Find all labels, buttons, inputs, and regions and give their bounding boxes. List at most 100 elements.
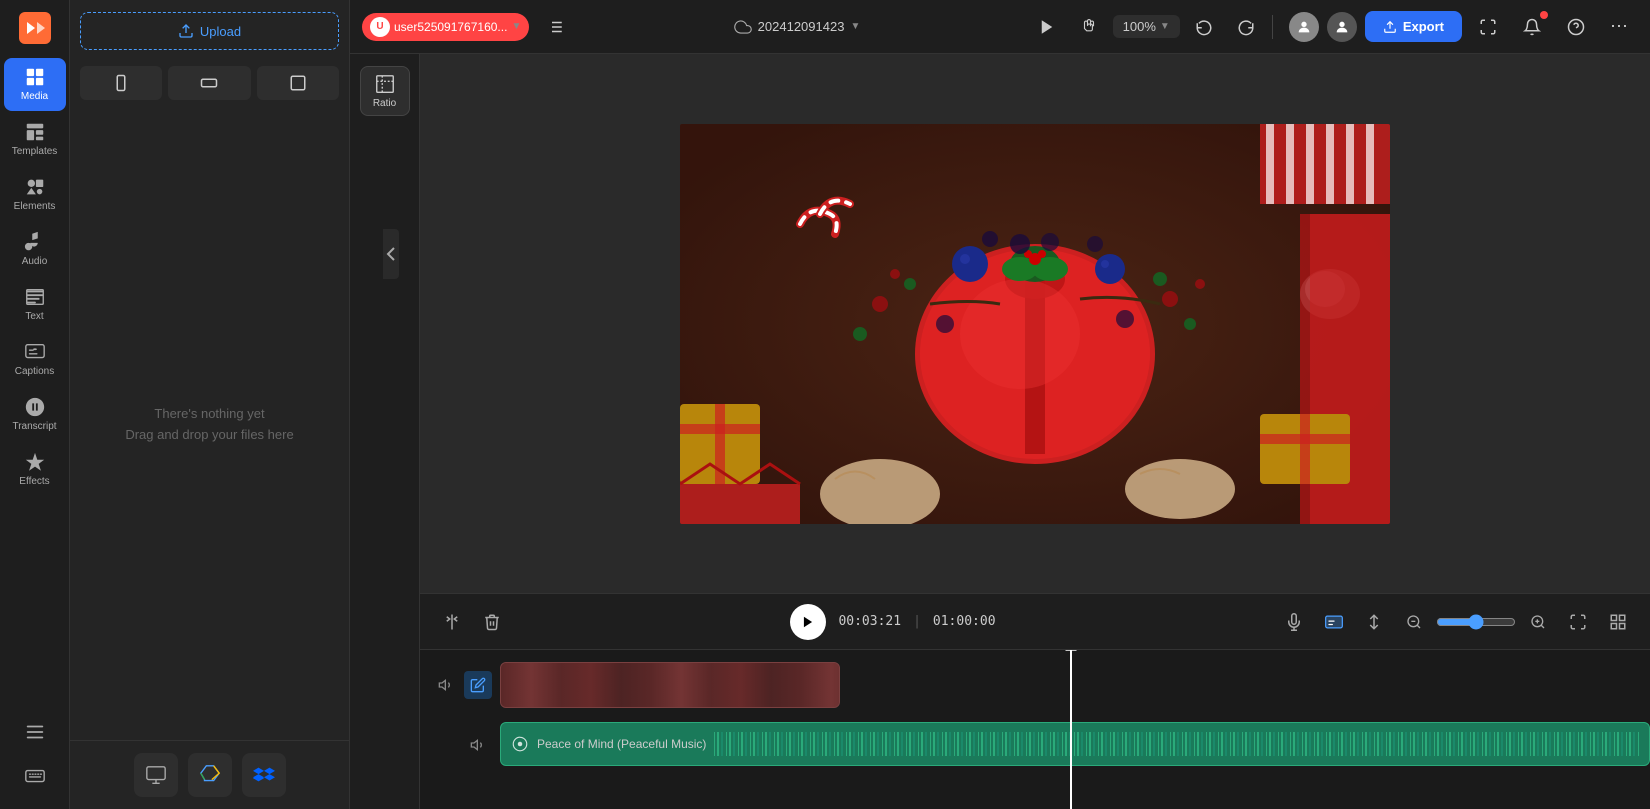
canvas-area	[420, 54, 1650, 593]
landscape-ratio-btn[interactable]	[168, 66, 250, 100]
timeline-settings-button[interactable]	[1602, 606, 1634, 638]
video-volume-btn[interactable]	[432, 671, 460, 699]
upload-button[interactable]: Upload	[80, 12, 339, 50]
time-separator: |	[913, 614, 921, 629]
top-bar-right: Export ⋯	[1289, 9, 1638, 45]
timeline-area: Peace of Mind (Peaceful Music)	[420, 649, 1650, 809]
audio-track-row: Peace of Mind (Peaceful Music)	[420, 718, 1650, 772]
video-preview	[680, 124, 1390, 524]
media-empty-line1: There's nothing yet	[154, 406, 264, 421]
toolbar-tools: 100% ▼	[1029, 9, 1264, 45]
user-name: user525091767160...	[394, 20, 507, 34]
zoom-indicator[interactable]: 100% ▼	[1113, 15, 1180, 38]
user-avatar	[1289, 12, 1319, 42]
video-track-content	[500, 658, 1650, 712]
sidebar-item-label-media: Media	[21, 91, 48, 103]
audio-volume-btn[interactable]	[464, 731, 492, 759]
export-label: Export	[1403, 19, 1444, 34]
zoom-in-button[interactable]	[1522, 606, 1554, 638]
sidebar-item-label-transcript: Transcript	[12, 421, 56, 433]
sidebar-item-keyboard[interactable]	[4, 757, 66, 795]
sidebar-item-transcript[interactable]: Transcript	[4, 388, 66, 441]
delete-clip-button[interactable]	[476, 606, 508, 638]
portrait-ratio-btn[interactable]	[80, 66, 162, 100]
user-dropdown[interactable]: U user525091767160... ▼	[362, 13, 529, 41]
ratio-sidebar: Ratio	[350, 54, 420, 809]
help-button[interactable]	[1558, 9, 1594, 45]
zoom-value: 100%	[1123, 19, 1156, 34]
preview-area: Ratio	[350, 54, 1650, 809]
split-button[interactable]	[1358, 606, 1390, 638]
app-logo[interactable]	[15, 8, 55, 48]
timeline-track-container: Peace of Mind (Peaceful Music)	[420, 650, 1650, 809]
notifications-button[interactable]	[1514, 9, 1550, 45]
square-ratio-btn[interactable]	[257, 66, 339, 100]
audio-clip-label: Peace of Mind (Peaceful Music)	[537, 737, 706, 751]
sidebar-item-text[interactable]: Text	[4, 278, 66, 331]
collaborator-avatar[interactable]	[1327, 12, 1357, 42]
sidebar-item-more[interactable]	[4, 713, 66, 751]
captions-timeline-button[interactable]	[1318, 606, 1350, 638]
project-name-area[interactable]: 202412091423 ▼	[734, 18, 861, 36]
video-edit-btn[interactable]	[464, 671, 492, 699]
dropbox-btn[interactable]	[242, 753, 286, 797]
total-time: 01:00:00	[933, 614, 996, 629]
main-area: U user525091767160... ▼ 202412091423 ▼	[350, 0, 1650, 809]
project-name: 202412091423	[758, 19, 845, 34]
ratio-label: Ratio	[373, 98, 396, 109]
sidebar-item-effects[interactable]: Effects	[4, 443, 66, 496]
upload-from-computer-btn[interactable]	[134, 753, 178, 797]
microphone-button[interactable]	[1278, 606, 1310, 638]
more-options-button[interactable]: ⋯	[1602, 9, 1638, 45]
media-panel: Upload There's nothing yet Drag and drop…	[70, 0, 350, 809]
playback-right-controls	[1278, 606, 1634, 638]
sidebar-item-templates[interactable]: Templates	[4, 113, 66, 166]
undo-button[interactable]	[1186, 9, 1222, 45]
google-drive-btn[interactable]	[188, 753, 232, 797]
ratio-buttons	[70, 58, 349, 108]
sidebar-item-elements[interactable]: Elements	[4, 168, 66, 221]
ratio-sidebar-button[interactable]: Ratio	[360, 66, 410, 116]
audio-clip[interactable]: Peace of Mind (Peaceful Music)	[500, 722, 1650, 766]
fit-screen-button[interactable]	[1562, 606, 1594, 638]
sidebar-item-label-elements: Elements	[14, 201, 56, 213]
user-dropdown-arrow: ▼	[511, 21, 521, 32]
sidebar-item-label-captions: Captions	[15, 366, 54, 378]
audio-track-content: Peace of Mind (Peaceful Music)	[500, 718, 1650, 772]
user-icon: U	[370, 17, 390, 37]
trim-tool-button[interactable]	[436, 606, 468, 638]
export-button[interactable]: Export	[1365, 11, 1462, 42]
fullscreen-button[interactable]	[1470, 9, 1506, 45]
audio-clip-icon	[511, 735, 529, 753]
upload-label: Upload	[200, 24, 241, 39]
video-track-controls	[420, 671, 500, 699]
media-panel-header: Upload	[70, 0, 349, 58]
sidebar-item-media[interactable]: Media	[4, 58, 66, 111]
audio-track-controls	[420, 731, 500, 759]
sidebar: Media Templates Elements Audio Text Capt…	[0, 0, 70, 809]
sidebar-item-label-effects: Effects	[19, 476, 49, 488]
audio-waveform	[714, 732, 1639, 756]
sidebar-item-label-templates: Templates	[12, 146, 58, 158]
top-bar: U user525091767160... ▼ 202412091423 ▼	[350, 0, 1650, 54]
notification-dot	[1540, 11, 1548, 19]
playback-left-controls	[436, 606, 508, 638]
hand-tool-btn[interactable]	[1071, 9, 1107, 45]
panel-collapse-arrow[interactable]	[383, 229, 399, 279]
timeline-zoom-slider	[1398, 606, 1554, 638]
video-clip[interactable]	[500, 662, 840, 708]
sidebar-item-audio[interactable]: Audio	[4, 223, 66, 276]
select-tool-btn[interactable]	[1029, 9, 1065, 45]
timeline-tracks: Peace of Mind (Peaceful Music)	[420, 650, 1650, 809]
sort-list-button[interactable]	[537, 9, 573, 45]
playback-center-controls: 00:03:21 | 01:00:00	[518, 604, 1268, 640]
media-empty-state: There's nothing yet Drag and drop your f…	[70, 108, 349, 740]
viewer-and-timeline: 00:03:21 | 01:00:00	[420, 54, 1650, 809]
play-button[interactable]	[790, 604, 826, 640]
redo-button[interactable]	[1228, 9, 1264, 45]
zoom-out-button[interactable]	[1398, 606, 1430, 638]
sidebar-item-captions[interactable]: Captions	[4, 333, 66, 386]
media-empty-line2: Drag and drop your files here	[125, 427, 293, 442]
video-clip-thumbnail	[501, 663, 839, 707]
zoom-range-input[interactable]	[1436, 614, 1516, 630]
